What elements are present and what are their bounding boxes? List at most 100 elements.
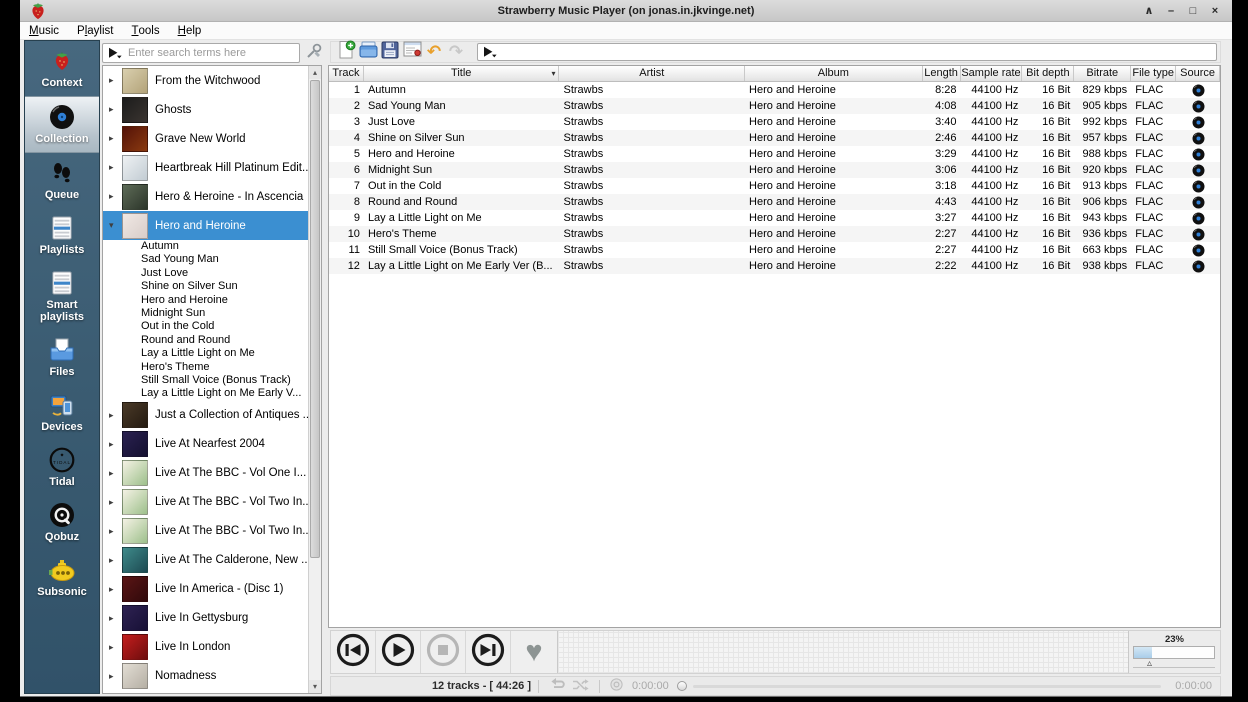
- column-header-sample-rate[interactable]: Sample rate: [961, 66, 1023, 81]
- scroll-down-icon[interactable]: ▾: [309, 680, 321, 693]
- previous-button[interactable]: [331, 631, 376, 673]
- minimize-button[interactable]: –: [1162, 3, 1180, 19]
- column-header-track[interactable]: Track: [329, 66, 364, 81]
- expand-icon[interactable]: ▸: [109, 642, 122, 653]
- tree-track[interactable]: Out in the Cold: [103, 320, 308, 333]
- menu-tools[interactable]: Tools: [122, 22, 168, 39]
- maximize-button[interactable]: □: [1184, 3, 1202, 19]
- tree-track[interactable]: Hero and Heroine: [103, 294, 308, 307]
- sidebar-item-files[interactable]: Files: [25, 330, 99, 385]
- tree-track[interactable]: Hero's Theme: [103, 361, 308, 374]
- undo-button[interactable]: ↶: [423, 42, 445, 62]
- expand-icon[interactable]: ▸: [109, 162, 122, 173]
- tree-album[interactable]: ▸Just a Collection of Antiques ...: [103, 401, 308, 430]
- filter-options-icon[interactable]: [483, 46, 497, 58]
- collapse-icon[interactable]: ▾: [109, 220, 122, 231]
- tree-album[interactable]: ▸Live At The BBC - Vol Two In...: [103, 488, 308, 517]
- expand-icon[interactable]: ▸: [109, 75, 122, 86]
- tree-album[interactable]: ▸Ghosts: [103, 95, 308, 124]
- playlist-row[interactable]: 10Hero's ThemeStrawbsHero and Heroine2:2…: [329, 226, 1220, 242]
- scrollbar-thumb[interactable]: [310, 80, 320, 558]
- tree-track[interactable]: Just Love: [103, 267, 308, 280]
- playlist-row[interactable]: 8Round and RoundStrawbsHero and Heroine4…: [329, 194, 1220, 210]
- tree-album[interactable]: ▸Nomadness: [103, 662, 308, 691]
- collection-search-input[interactable]: [126, 46, 299, 60]
- redo-button[interactable]: ↷: [445, 42, 467, 62]
- stop-button[interactable]: [421, 631, 466, 673]
- playlist-row[interactable]: 3Just LoveStrawbsHero and Heroine3:40441…: [329, 114, 1220, 130]
- expand-icon[interactable]: ▸: [109, 410, 122, 421]
- sidebar-item-devices[interactable]: Devices: [25, 385, 99, 440]
- playlist-row[interactable]: 5Hero and HeroineStrawbsHero and Heroine…: [329, 146, 1220, 162]
- expand-icon[interactable]: ▸: [109, 191, 122, 202]
- search-options-icon[interactable]: [108, 47, 122, 59]
- tree-track[interactable]: Lay a Little Light on Me Early V...: [103, 387, 308, 400]
- playlist-row[interactable]: 11Still Small Voice (Bonus Track)Strawbs…: [329, 242, 1220, 258]
- sidebar-item-context[interactable]: Context: [25, 41, 99, 96]
- tree-track[interactable]: Shine on Silver Sun: [103, 280, 308, 293]
- tree-track[interactable]: Still Small Voice (Bonus Track): [103, 374, 308, 387]
- tree-album[interactable]: ▸Live At The BBC - Vol One I...: [103, 459, 308, 488]
- tree-album[interactable]: ▾Hero and Heroine: [103, 211, 308, 240]
- playlist-row[interactable]: 12Lay a Little Light on Me Early Ver (B.…: [329, 258, 1220, 274]
- volume-bar[interactable]: [1133, 646, 1215, 659]
- playlist-row[interactable]: 2Sad Young ManStrawbsHero and Heroine4:0…: [329, 98, 1220, 114]
- tree-album[interactable]: ▸Live In London: [103, 633, 308, 662]
- sidebar-item-smart-playlists[interactable]: Smart playlists: [25, 263, 99, 330]
- tree-track[interactable]: Lay a Little Light on Me: [103, 347, 308, 360]
- column-header-bitrate[interactable]: Bitrate: [1074, 66, 1131, 81]
- expand-icon[interactable]: ▸: [109, 497, 122, 508]
- shuffle-button[interactable]: [572, 679, 589, 694]
- tree-album[interactable]: ▸Hero & Heroine - In Ascencia: [103, 182, 308, 211]
- new-playlist-button[interactable]: [335, 42, 357, 62]
- sidebar-item-tidal[interactable]: TIDALTidal: [25, 440, 99, 495]
- playlist-row[interactable]: 7Out in the ColdStrawbsHero and Heroine3…: [329, 178, 1220, 194]
- repeat-button[interactable]: [549, 678, 566, 694]
- tree-album[interactable]: ▸Grave New World: [103, 124, 308, 153]
- tree-track[interactable]: Midnight Sun: [103, 307, 308, 320]
- scroll-up-icon[interactable]: ▴: [309, 66, 321, 79]
- tree-track[interactable]: Sad Young Man: [103, 253, 308, 266]
- playlist-row[interactable]: 9Lay a Little Light on MeStrawbsHero and…: [329, 210, 1220, 226]
- column-header-title[interactable]: Title▾: [364, 66, 560, 81]
- sidebar-item-playlists[interactable]: Playlists: [25, 208, 99, 263]
- playlist-row[interactable]: 6Midnight SunStrawbsHero and Heroine3:06…: [329, 162, 1220, 178]
- tree-album[interactable]: ▸Live At The BBC - Vol Two In...: [103, 517, 308, 546]
- load-playlist-button[interactable]: [357, 42, 379, 62]
- column-header-source[interactable]: Source: [1176, 66, 1220, 81]
- tree-album[interactable]: ▸Live At The Calderone, New ...: [103, 546, 308, 575]
- next-button[interactable]: [466, 631, 511, 673]
- expand-icon[interactable]: ▸: [109, 133, 122, 144]
- expand-icon[interactable]: ▸: [109, 613, 122, 624]
- tree-album[interactable]: ▸Live In America - (Disc 1): [103, 575, 308, 604]
- playlist-settings-button[interactable]: [401, 42, 423, 62]
- tree-track[interactable]: Autumn: [103, 240, 308, 253]
- column-header-bit-depth[interactable]: Bit depth: [1022, 66, 1074, 81]
- seek-slider-handle[interactable]: [677, 681, 687, 691]
- sidebar-item-subsonic[interactable]: Subsonic: [25, 550, 99, 605]
- tree-album[interactable]: ▸Live In Gettysburg: [103, 604, 308, 633]
- expand-icon[interactable]: ▸: [109, 468, 122, 479]
- collection-settings-button[interactable]: [305, 45, 322, 62]
- tree-album[interactable]: ▸Live At Nearfest 2004: [103, 430, 308, 459]
- play-button[interactable]: [376, 631, 421, 673]
- volume-control[interactable]: 23% ▵: [1129, 631, 1220, 673]
- tree-album[interactable]: ▸From the Witchwood: [103, 66, 308, 95]
- love-button[interactable]: ♥: [511, 631, 558, 673]
- playlist-row[interactable]: 1AutumnStrawbsHero and Heroine8:2844100 …: [329, 82, 1220, 98]
- playlist-row[interactable]: 4Shine on Silver SunStrawbsHero and Hero…: [329, 130, 1220, 146]
- menu-help[interactable]: Help: [169, 22, 211, 39]
- expand-icon[interactable]: ▸: [109, 439, 122, 450]
- expand-icon[interactable]: ▸: [109, 104, 122, 115]
- sidebar-item-qobuz[interactable]: Qobuz: [25, 495, 99, 550]
- expand-icon[interactable]: ▸: [109, 555, 122, 566]
- title-bar[interactable]: Strawberry Music Player (on jonas.in.jkv…: [20, 0, 1232, 22]
- volume-marker-icon[interactable]: ▵: [1147, 659, 1152, 669]
- tree-track[interactable]: Round and Round: [103, 334, 308, 347]
- sidebar-item-queue[interactable]: Queue: [25, 153, 99, 208]
- close-button[interactable]: ×: [1206, 3, 1224, 19]
- shade-button[interactable]: ∧: [1140, 3, 1158, 19]
- menu-playlist[interactable]: Playlist: [68, 22, 122, 39]
- column-header-length[interactable]: Length: [923, 66, 961, 81]
- collection-scrollbar[interactable]: ▴ ▾: [308, 66, 321, 693]
